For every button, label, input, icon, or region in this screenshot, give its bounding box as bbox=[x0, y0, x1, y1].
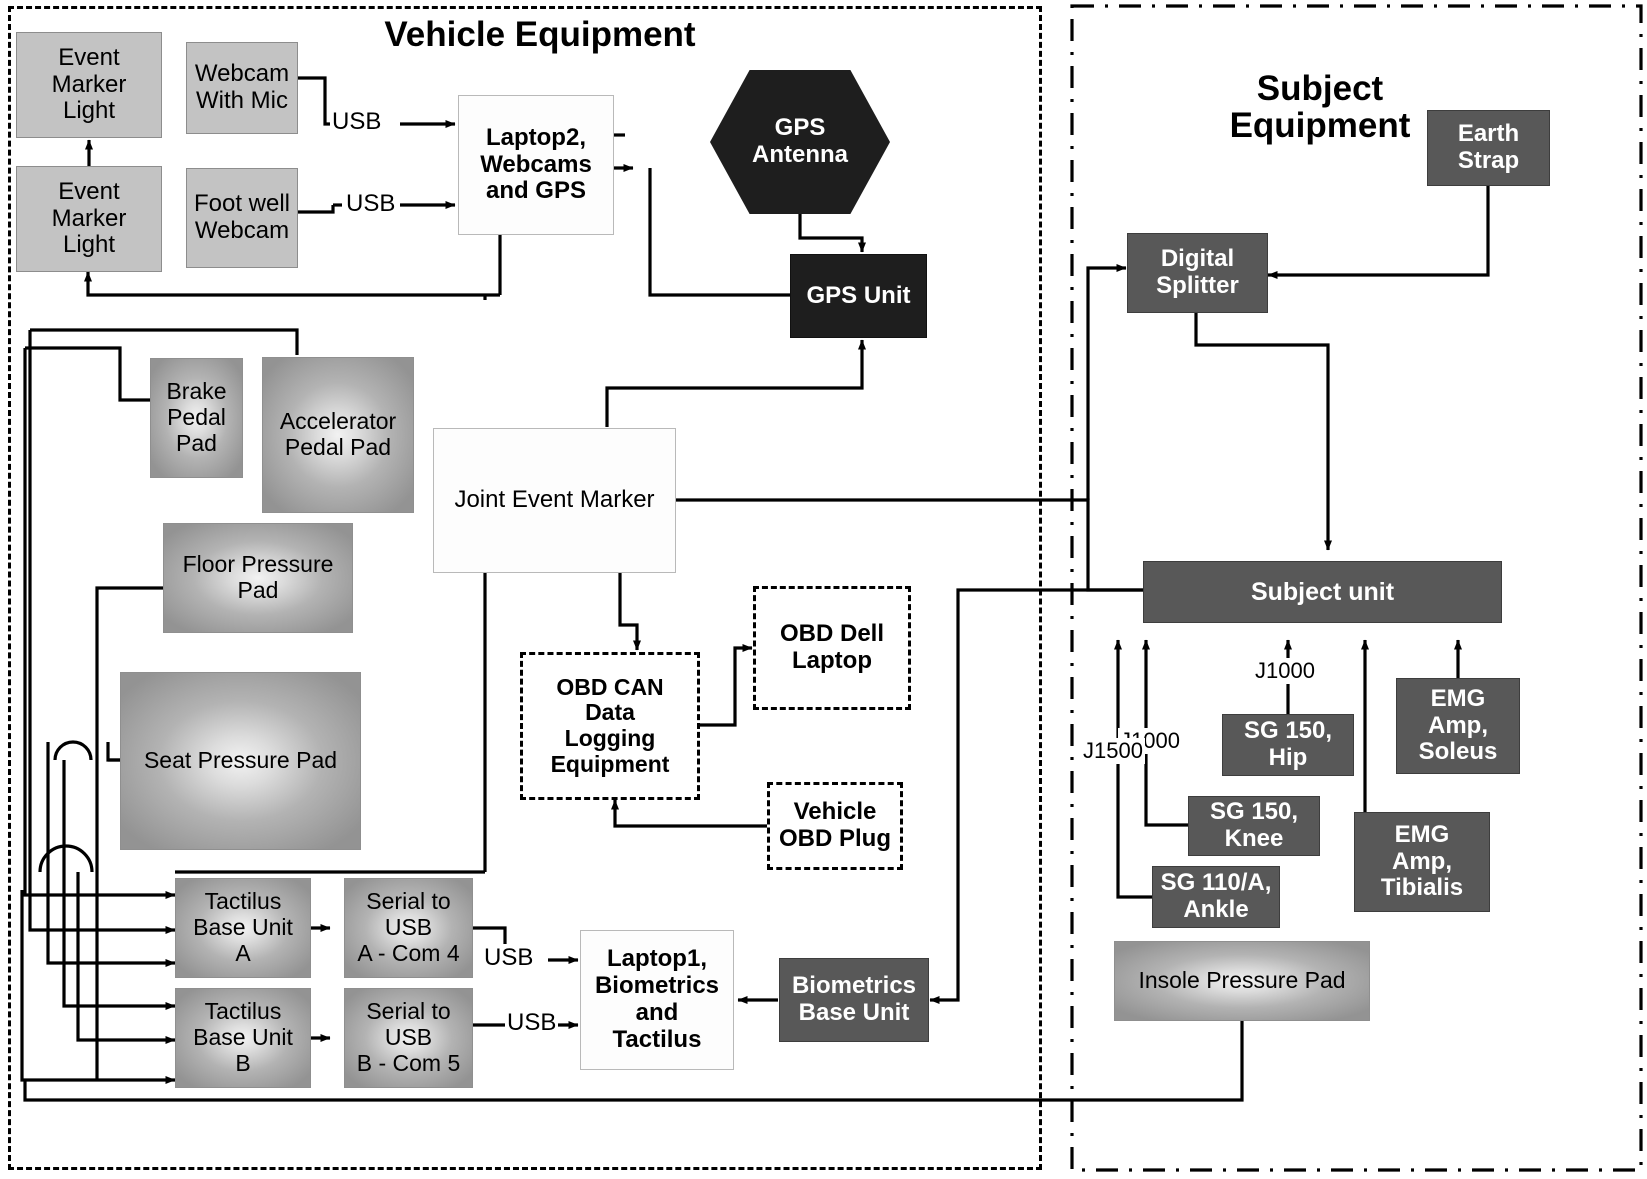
tactilus-base-unit-b[interactable]: Tactilus Base Unit B bbox=[175, 988, 311, 1088]
digital-splitter[interactable]: Digital Splitter bbox=[1127, 233, 1268, 313]
laptop2-webcams-and-gps[interactable]: Laptop2, Webcams and GPS bbox=[458, 95, 614, 235]
insole-pressure-pad[interactable]: Insole Pressure Pad bbox=[1114, 941, 1370, 1021]
event-marker-light-bottom[interactable]: Event Marker Light bbox=[16, 166, 162, 272]
earth-strap[interactable]: Earth Strap bbox=[1427, 110, 1550, 186]
obd-can-data-logging-equipment[interactable]: OBD CAN Data Logging Equipment bbox=[520, 652, 700, 800]
subject-panel-title-line1: Subject bbox=[1256, 69, 1384, 108]
subject-unit[interactable]: Subject unit bbox=[1143, 561, 1502, 623]
tactilus-base-unit-a[interactable]: Tactilus Base Unit A bbox=[175, 878, 311, 978]
j1500-label-ankle: J1500 bbox=[1081, 738, 1145, 764]
sg-150-hip[interactable]: SG 150, Hip bbox=[1222, 714, 1354, 776]
accelerator-pedal-pad[interactable]: Accelerator Pedal Pad bbox=[262, 357, 414, 513]
usb-label-webcam-mic: USB bbox=[330, 108, 384, 136]
emg-amp-soleus[interactable]: EMG Amp, Soleus bbox=[1396, 678, 1520, 774]
vehicle-panel-title: Vehicle Equipment bbox=[384, 15, 696, 54]
subject-panel-title-line2: Equipment bbox=[1229, 106, 1411, 146]
serial-to-usb-a[interactable]: Serial to USB A - Com 4 bbox=[344, 878, 473, 978]
floor-pressure-pad[interactable]: Floor Pressure Pad bbox=[163, 523, 353, 633]
j1000-label-hip: J1000 bbox=[1253, 658, 1317, 684]
brake-pedal-pad[interactable]: Brake Pedal Pad bbox=[150, 358, 243, 478]
usb-label-serial-b: USB bbox=[505, 1009, 559, 1037]
foot-well-webcam[interactable]: Foot well Webcam bbox=[186, 168, 298, 268]
obd-dell-laptop[interactable]: OBD Dell Laptop bbox=[753, 586, 911, 710]
biometrics-base-unit[interactable]: Biometrics Base Unit bbox=[779, 958, 929, 1042]
diagram-canvas: Vehicle Equipment Subject Equipment Even… bbox=[0, 0, 1647, 1179]
sg-110a-ankle[interactable]: SG 110/A, Ankle bbox=[1152, 866, 1280, 928]
usb-label-serial-a: USB bbox=[482, 944, 536, 972]
joint-event-marker[interactable]: Joint Event Marker bbox=[433, 428, 676, 573]
serial-to-usb-b[interactable]: Serial to USB B - Com 5 bbox=[344, 988, 473, 1088]
laptop1-biometrics-and-tactilus[interactable]: Laptop1, Biometrics and Tactilus bbox=[580, 930, 734, 1070]
seat-pressure-pad[interactable]: Seat Pressure Pad bbox=[120, 672, 361, 850]
webcam-with-mic[interactable]: Webcam With Mic bbox=[186, 42, 298, 134]
usb-label-foot-well: USB bbox=[344, 190, 398, 218]
gps-unit[interactable]: GPS Unit bbox=[790, 254, 927, 338]
event-marker-light-top[interactable]: Event Marker Light bbox=[16, 32, 162, 138]
vehicle-obd-plug[interactable]: Vehicle OBD Plug bbox=[767, 782, 903, 870]
emg-amp-tibialis[interactable]: EMG Amp, Tibialis bbox=[1354, 812, 1490, 912]
sg-150-knee[interactable]: SG 150, Knee bbox=[1188, 796, 1320, 856]
